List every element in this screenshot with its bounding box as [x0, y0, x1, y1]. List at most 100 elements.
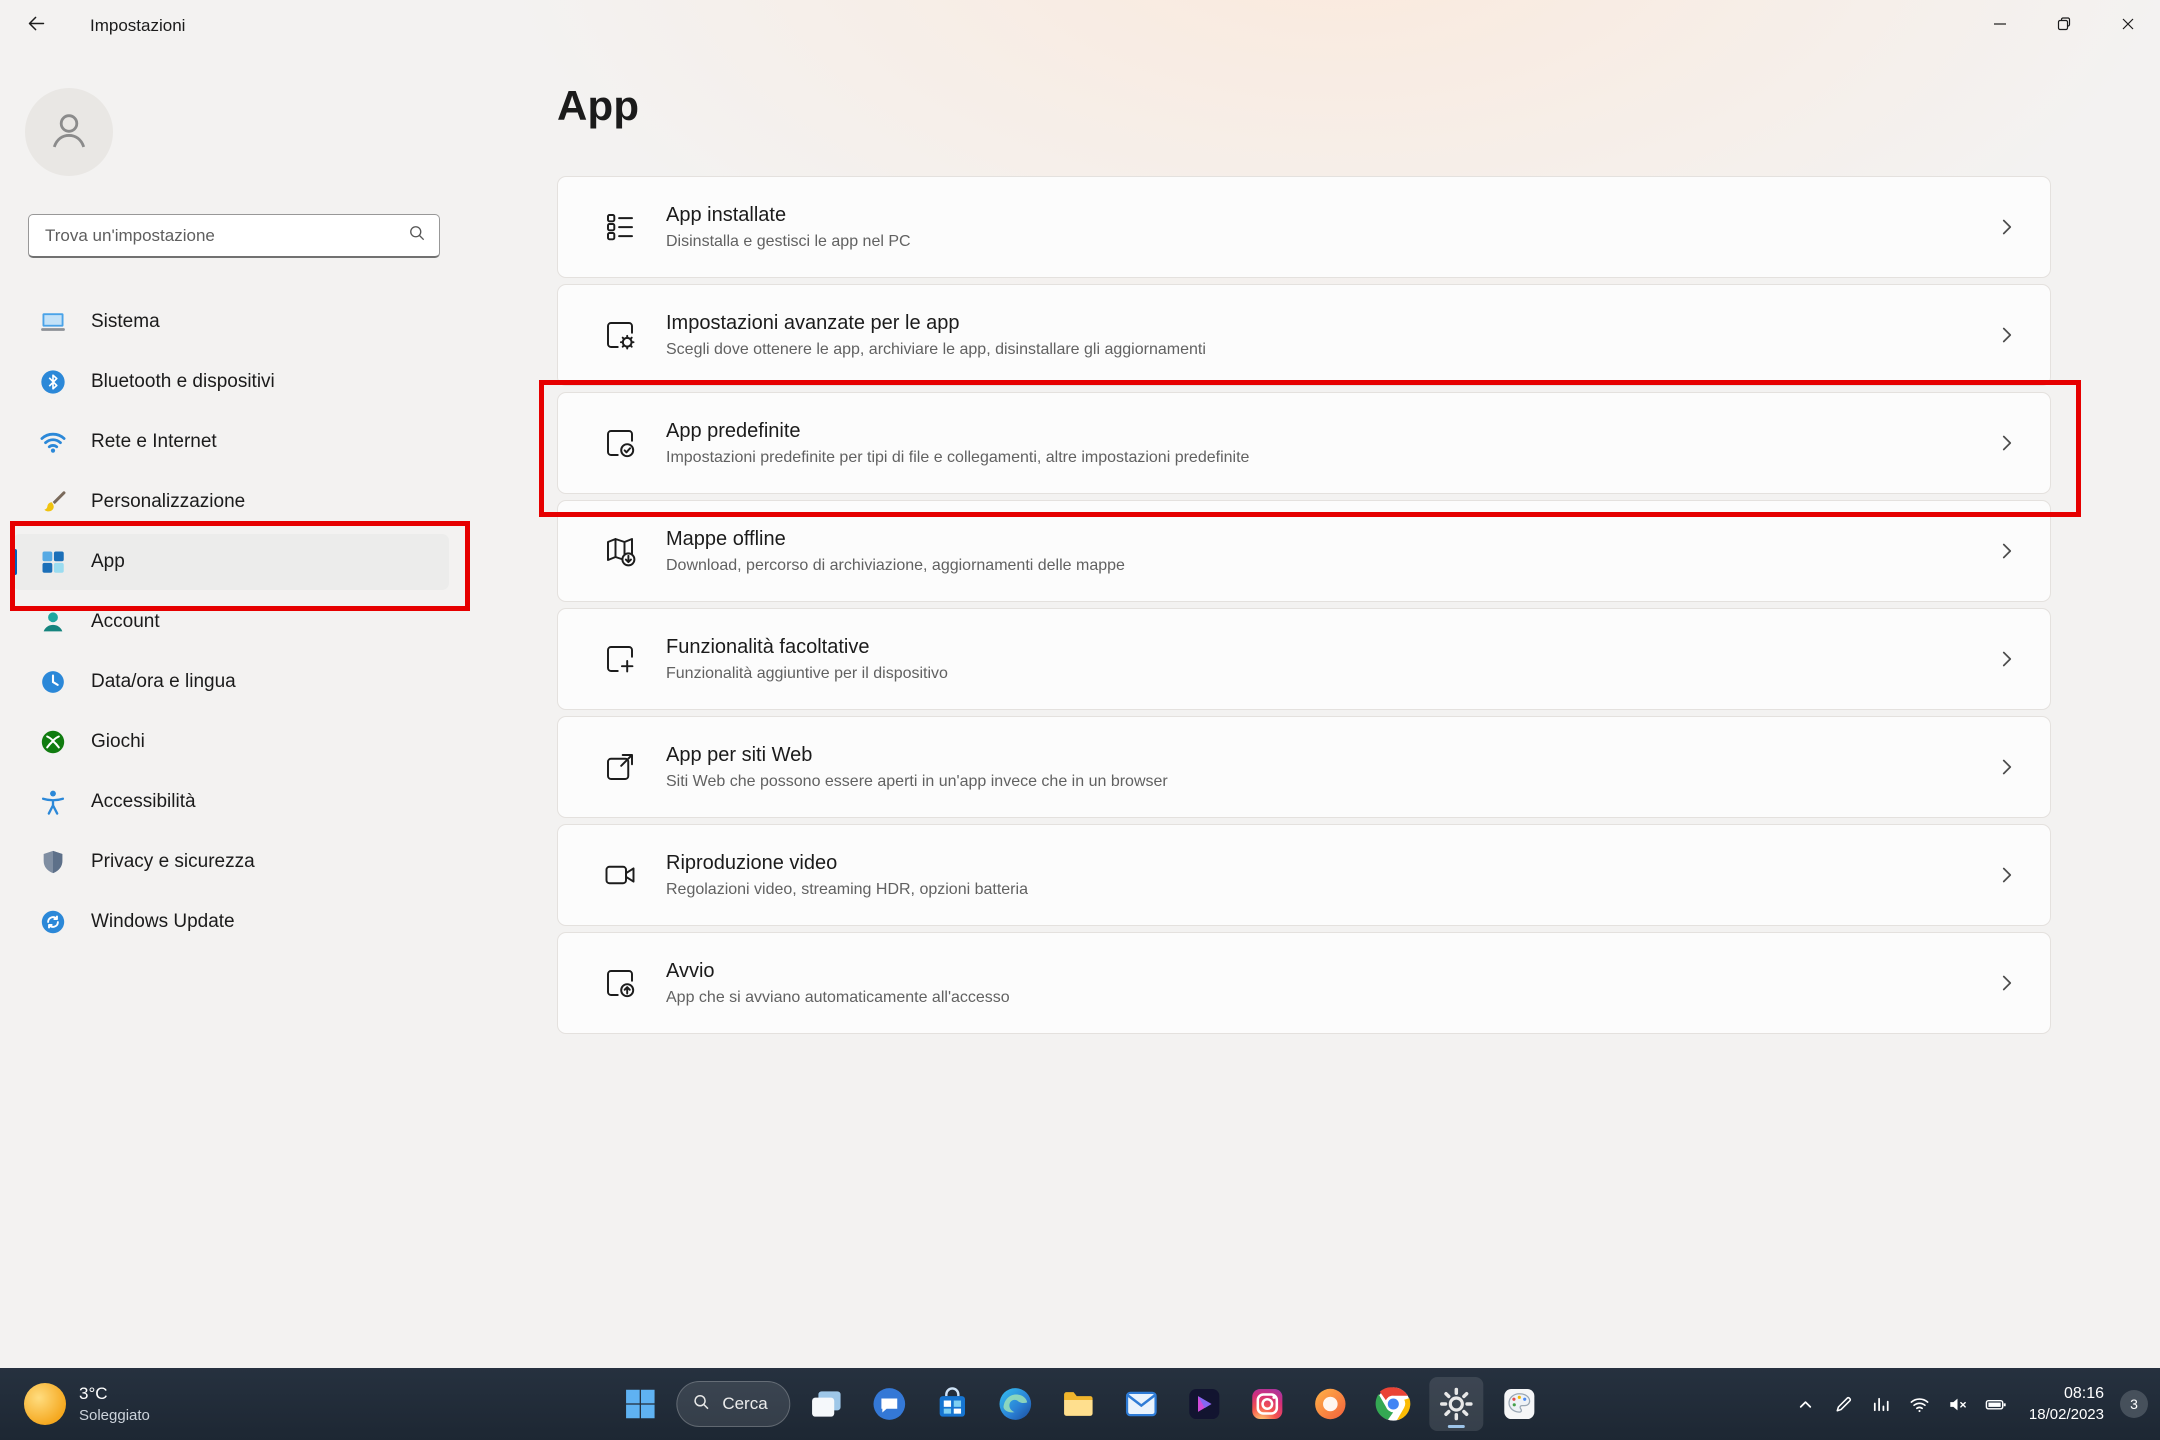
pen-icon	[1832, 1393, 1855, 1416]
photos-button[interactable]	[1304, 1377, 1358, 1431]
photos-icon	[1312, 1385, 1350, 1423]
sidebar-item-personalizzazione[interactable]: Personalizzazione	[13, 474, 449, 530]
window-controls	[1968, 0, 2160, 52]
search-input[interactable]	[43, 225, 407, 247]
startup-icon	[602, 965, 638, 1001]
sidebar-item-windows-update[interactable]: Windows Update	[13, 894, 449, 950]
bar-chart-icon	[1870, 1393, 1893, 1416]
card-text: App predefiniteImpostazioni predefinite …	[666, 420, 1249, 467]
settings-button[interactable]	[1430, 1377, 1484, 1431]
clock-date: 18/02/2023	[2029, 1405, 2104, 1425]
sidebar-item-label: Personalizzazione	[91, 491, 245, 513]
video-playback-icon	[602, 857, 638, 893]
chat-button[interactable]	[863, 1377, 917, 1431]
weather-widget[interactable]: 3°C Soleggiato	[16, 1368, 158, 1440]
card-app-installate[interactable]: App installateDisinstalla e gestisci le …	[557, 176, 2051, 278]
back-button[interactable]	[14, 6, 58, 46]
user-person-icon	[43, 104, 95, 161]
task-view-button[interactable]	[800, 1377, 854, 1431]
card-subtitle: Download, percorso di archiviazione, agg…	[666, 557, 1125, 575]
titlebar: Impostazioni	[0, 0, 2160, 52]
card-title: App predefinite	[666, 420, 1249, 443]
search-icon	[691, 1392, 711, 1417]
datetime-icon	[39, 668, 67, 696]
card-title: App per siti Web	[666, 744, 1168, 767]
avatar[interactable]	[25, 88, 113, 176]
sidebar-item-account[interactable]: Account	[13, 594, 449, 650]
volume-muted-button[interactable]	[1941, 1384, 1975, 1424]
open-app-indicator	[1448, 1425, 1465, 1428]
edge-button[interactable]	[989, 1377, 1043, 1431]
taskbar-search[interactable]: Cerca	[676, 1381, 790, 1427]
close-button[interactable]	[2096, 0, 2160, 52]
chevron-right-icon	[1994, 754, 2020, 780]
card-impostazioni-avanzate-per-le-app[interactable]: Impostazioni avanzate per le app Scegli d…	[557, 284, 2051, 386]
taskbar-apps	[800, 1377, 1547, 1431]
card-title: App installate	[666, 204, 911, 227]
minimize-button[interactable]	[1968, 0, 2032, 52]
account-icon	[39, 608, 67, 636]
tray-icons	[1789, 1384, 2013, 1424]
privacy-icon	[39, 848, 67, 876]
settings-search-box	[28, 214, 440, 258]
pen-button[interactable]	[1827, 1384, 1861, 1424]
card-avvio[interactable]: AvvioApp che si avviano automaticamente …	[557, 932, 2051, 1034]
windows-update-icon	[39, 908, 67, 936]
card-subtitle: Siti Web che possono essere aperti in un…	[666, 773, 1168, 791]
maximize-button[interactable]	[2032, 0, 2096, 52]
network-icon	[39, 428, 67, 456]
card-text: Riproduzione videoRegolazioni video, str…	[666, 852, 1028, 899]
card-funzionalit-facoltative[interactable]: Funzionalità facoltativeFunzionalità agg…	[557, 608, 2051, 710]
back-arrow-icon	[26, 13, 47, 39]
card-mappe-offline[interactable]: Mappe offline Download, percorso di archi…	[557, 500, 2051, 602]
paint-button[interactable]	[1493, 1377, 1547, 1431]
card-app-predefinite[interactable]: App predefiniteImpostazioni predefinite …	[557, 392, 2051, 494]
chevron-up-button[interactable]	[1789, 1384, 1823, 1424]
card-text: App installateDisinstalla e gestisci le …	[666, 204, 911, 251]
notification-badge[interactable]: 3	[2120, 1390, 2148, 1418]
sidebar-item-label: Accessibilità	[91, 791, 196, 813]
clipchamp-icon	[1186, 1385, 1224, 1423]
system-tray: 08:16 18/02/2023 3	[1789, 1368, 2148, 1440]
sidebar-item-privacy-e-sicurezza[interactable]: Privacy e sicurezza	[13, 834, 449, 890]
start-button[interactable]	[613, 1377, 667, 1431]
card-title: Impostazioni avanzate per le app	[666, 312, 1206, 335]
wifi-button[interactable]	[1903, 1384, 1937, 1424]
instagram-button[interactable]	[1241, 1377, 1295, 1431]
search-icon[interactable]	[407, 223, 427, 248]
card-title: Mappe offline	[666, 528, 1125, 551]
battery-icon	[1984, 1393, 2007, 1416]
sun-icon	[24, 1383, 66, 1425]
clipchamp-button[interactable]	[1178, 1377, 1232, 1431]
card-riproduzione-video[interactable]: Riproduzione videoRegolazioni video, str…	[557, 824, 2051, 926]
weather-temperature: 3°C	[79, 1384, 150, 1404]
sidebar-item-label: Sistema	[91, 311, 160, 333]
card-subtitle: Scegli dove ottenere le app, archiviare …	[666, 341, 1206, 359]
sidebar-item-data-ora-e-lingua[interactable]: Data/ora e lingua	[13, 654, 449, 710]
settings-icon	[1438, 1385, 1476, 1423]
system-icon	[39, 308, 67, 336]
default-apps-icon	[602, 425, 638, 461]
sidebar-item-bluetooth-e-dispositivi[interactable]: Bluetooth e dispositivi	[13, 354, 449, 410]
chevron-right-icon	[1994, 646, 2020, 672]
sidebar-nav: Sistema Bluetooth e dispositiviRete e Int…	[13, 294, 451, 954]
cards-list: App installateDisinstalla e gestisci le …	[557, 176, 2051, 1040]
store-button[interactable]	[926, 1377, 980, 1431]
personalization-icon	[39, 488, 67, 516]
sidebar-item-accessibilit[interactable]: Accessibilità	[13, 774, 449, 830]
bar-chart-button[interactable]	[1865, 1384, 1899, 1424]
battery-button[interactable]	[1979, 1384, 2013, 1424]
card-app-per-siti-web[interactable]: App per siti Web Siti Web che possono ess…	[557, 716, 2051, 818]
file-explorer-button[interactable]	[1052, 1377, 1106, 1431]
store-icon	[934, 1385, 972, 1423]
mail-button[interactable]	[1115, 1377, 1169, 1431]
sidebar-item-rete-e-internet[interactable]: Rete e Internet	[13, 414, 449, 470]
sidebar-item-app[interactable]: App	[13, 534, 449, 590]
taskbar-clock[interactable]: 08:16 18/02/2023	[2029, 1384, 2104, 1424]
sidebar-item-sistema[interactable]: Sistema	[13, 294, 449, 350]
chevron-up-icon	[1794, 1393, 1817, 1416]
chrome-button[interactable]	[1367, 1377, 1421, 1431]
taskbar: 3°C Soleggiato Cerca 08:16 18/02/2023 3	[0, 1368, 2160, 1440]
sidebar-item-giochi[interactable]: Giochi	[13, 714, 449, 770]
chevron-right-icon	[1994, 862, 2020, 888]
